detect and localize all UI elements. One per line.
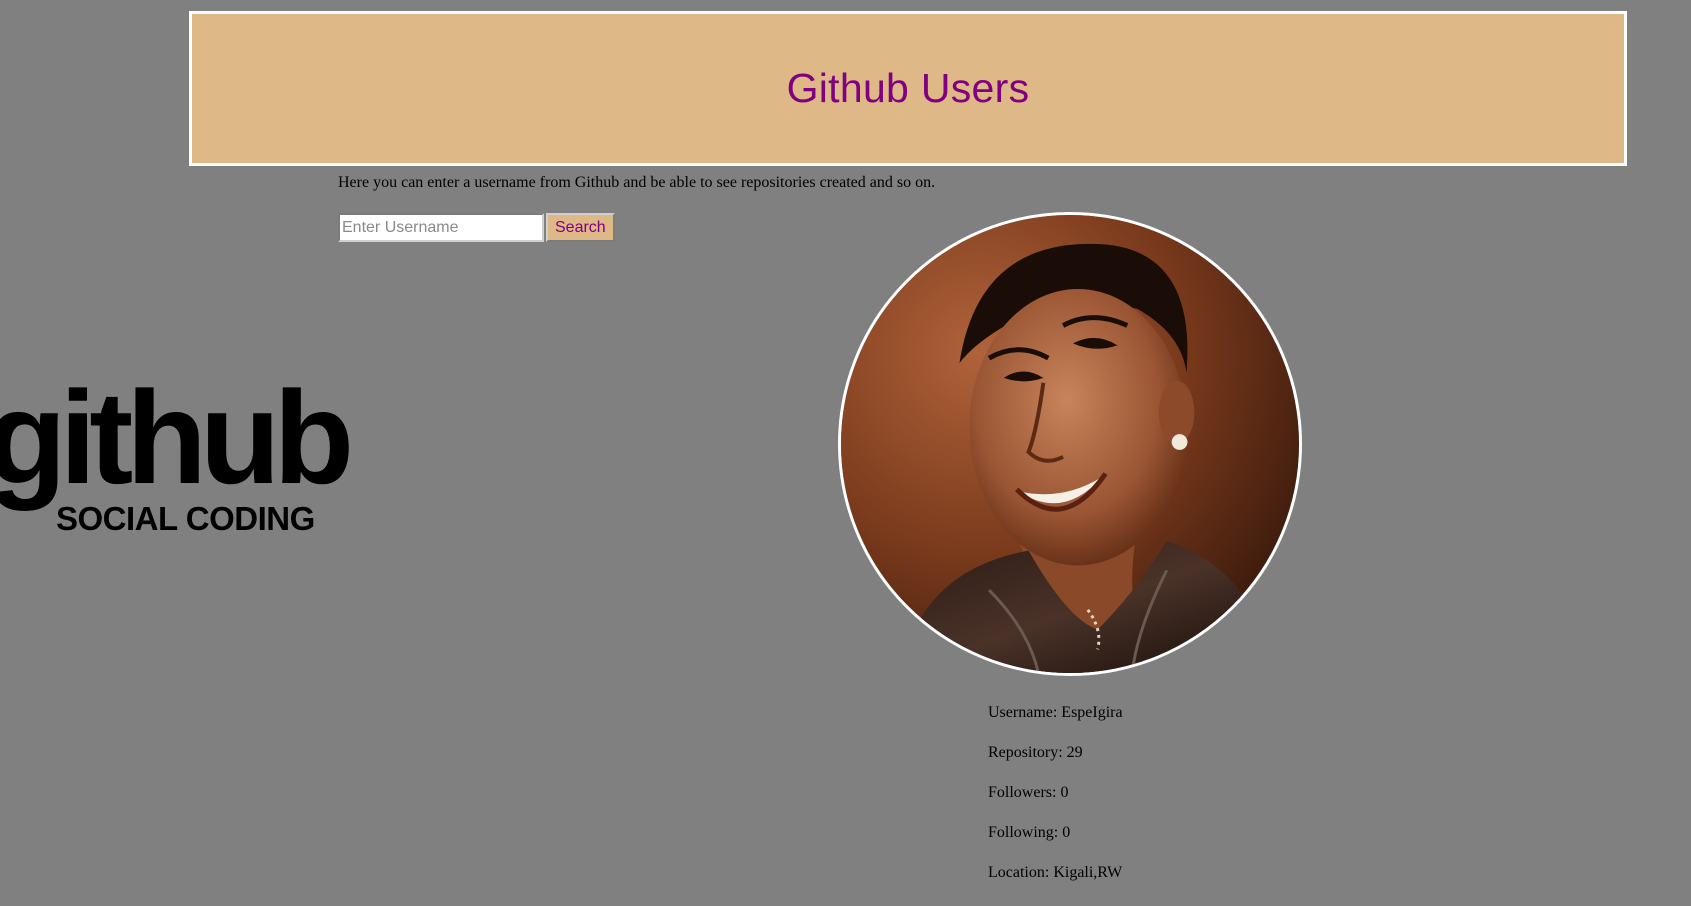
avatar-photo-icon [841, 215, 1299, 673]
github-logo-tagline: SOCIAL CODING [56, 500, 315, 537]
username-search-input[interactable] [338, 213, 544, 242]
profile-followers: Followers: 0 [988, 784, 1069, 801]
user-avatar [838, 212, 1302, 676]
github-logo-word: github [0, 364, 354, 511]
profile-following: Following: 0 [988, 824, 1071, 841]
page-header: Github Users [189, 11, 1627, 166]
profile-username: Username: EspeIgira [988, 704, 1123, 721]
github-logo: github SOCIAL CODING [0, 372, 354, 543]
profile-info: Username: EspeIgira Repository: 29 Follo… [988, 703, 1123, 903]
search-button[interactable]: Search [546, 213, 615, 242]
search-form: Search [338, 213, 615, 242]
intro-text: Here you can enter a username from Githu… [338, 174, 936, 191]
profile-repository-count: Repository: 29 [988, 744, 1083, 761]
profile-location: Location: Kigali,RW [988, 864, 1123, 881]
page-title: Github Users [786, 65, 1030, 111]
